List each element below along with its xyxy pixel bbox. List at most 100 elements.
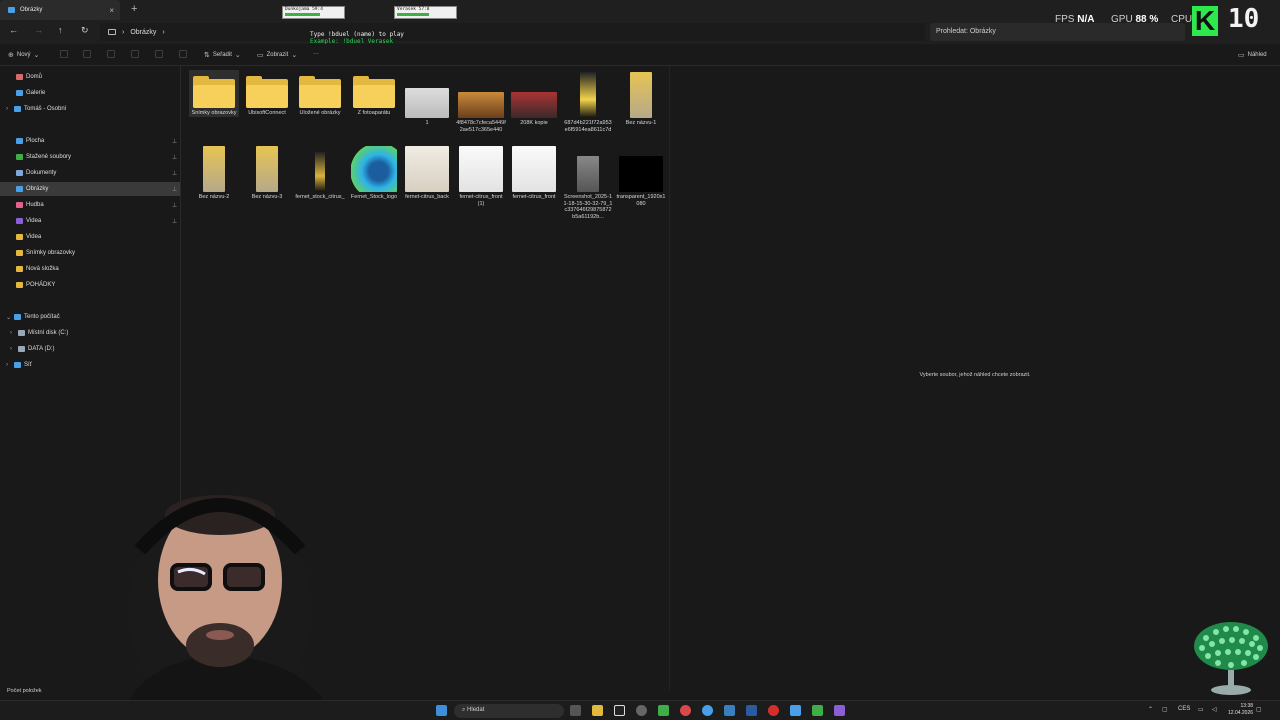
sort-button[interactable]: ⇅ Seřadit ⌄ bbox=[204, 51, 241, 59]
network-icon[interactable]: ▭ bbox=[1198, 706, 1204, 713]
xbox-icon[interactable] bbox=[658, 705, 669, 716]
tab-obrazky[interactable]: Obrázky × bbox=[0, 0, 120, 20]
pin-icon: ⊥ bbox=[172, 218, 178, 225]
image-file-item[interactable]: fernet-citrus_back bbox=[402, 144, 452, 201]
breadcrumb-sep: › bbox=[162, 28, 165, 36]
refresh-icon[interactable]: ↻ bbox=[81, 25, 89, 36]
chevron-icon[interactable]: › bbox=[6, 106, 14, 112]
forward-icon[interactable]: → bbox=[34, 25, 43, 35]
overlay-score-label: Dunkojama 59:4 bbox=[285, 7, 323, 12]
share-icon[interactable] bbox=[155, 50, 163, 58]
store-icon[interactable] bbox=[724, 705, 735, 716]
paste-icon[interactable] bbox=[107, 50, 115, 58]
notification-icon[interactable]: ▢ bbox=[1256, 706, 1262, 713]
sidebar-item[interactable]: Plocha ⊥ bbox=[0, 134, 180, 148]
chevron-icon[interactable]: › bbox=[6, 362, 14, 368]
notepad-icon[interactable] bbox=[790, 705, 801, 716]
sidebar-item[interactable]: Hudba ⊥ bbox=[0, 198, 180, 212]
image-file-item[interactable]: Fernet_Stock_logo bbox=[349, 144, 399, 201]
overlay-score-bar: Dunkojama 59:4 bbox=[282, 6, 345, 19]
more-options-button[interactable]: ··· bbox=[313, 51, 319, 57]
app-icon[interactable] bbox=[680, 705, 691, 716]
image-file-item[interactable]: Bez názvu-1 bbox=[616, 70, 666, 127]
image-file-item[interactable]: Bez názvu-2 bbox=[189, 144, 239, 201]
address-bar[interactable]: › Obrázky › bbox=[100, 23, 925, 41]
image-file-item[interactable]: Bez názvu-3 bbox=[242, 144, 292, 201]
taskbar-search[interactable]: ⌕ Hledat bbox=[454, 704, 564, 718]
folder-item[interactable]: UbisoftConnect bbox=[242, 70, 292, 117]
task-view-icon[interactable] bbox=[570, 705, 581, 716]
image-thumbnail bbox=[630, 72, 652, 118]
copy-icon[interactable] bbox=[83, 50, 91, 58]
sidebar-item[interactable]: › Tomáš - Osobní bbox=[0, 102, 180, 116]
image-file-item[interactable]: 208K kopie bbox=[509, 70, 559, 127]
steam-icon[interactable] bbox=[746, 705, 757, 716]
pin-icon: ⊥ bbox=[172, 154, 178, 161]
pane-divider[interactable] bbox=[669, 66, 670, 690]
chevron-down-icon: ⌄ bbox=[291, 52, 298, 59]
rename-icon[interactable] bbox=[131, 50, 139, 58]
sidebar-item[interactable]: Galerie bbox=[0, 86, 180, 100]
new-button[interactable]: ⊕ Nový ⌄ bbox=[8, 51, 39, 59]
image-file-item[interactable]: transparent_1920x1080 bbox=[616, 144, 666, 207]
delete-icon[interactable] bbox=[179, 50, 187, 58]
chevron-icon[interactable]: › bbox=[10, 346, 18, 352]
chatgpt-icon[interactable] bbox=[636, 705, 647, 716]
fps-label: FPS bbox=[1055, 14, 1075, 25]
discord-icon[interactable] bbox=[834, 705, 845, 716]
sidebar-item[interactable]: ⌄ Tento počítač bbox=[0, 310, 180, 324]
start-icon[interactable] bbox=[436, 705, 447, 716]
breadcrumb-obrazky[interactable]: Obrázky bbox=[130, 29, 156, 36]
view-button[interactable]: ▭ Zobrazit ⌄ bbox=[257, 51, 297, 59]
chevron-icon[interactable]: ⌄ bbox=[6, 314, 14, 321]
preview-pane-button[interactable]: ▭ Náhled bbox=[1238, 51, 1267, 59]
sidebar-item[interactable]: › DATA (D:) bbox=[0, 342, 180, 356]
sidebar-item[interactable]: Dokumenty ⊥ bbox=[0, 166, 180, 180]
back-icon[interactable]: ← bbox=[9, 25, 18, 35]
sidebar-item[interactable]: Stažené soubory ⊥ bbox=[0, 150, 180, 164]
sidebar-item[interactable]: Obrázky ⊥ bbox=[0, 182, 180, 196]
sidebar-item[interactable]: › Místní disk (C:) bbox=[0, 326, 180, 340]
file-explorer-icon[interactable] bbox=[592, 705, 603, 716]
search-input[interactable]: Prohledat: Obrázky bbox=[930, 23, 1185, 41]
sidebar-item[interactable]: Domů bbox=[0, 70, 180, 84]
sidebar-item[interactable]: Snímky obrazovky bbox=[0, 246, 180, 260]
opera-icon[interactable] bbox=[768, 705, 779, 716]
sidebar-item[interactable]: POHÁDKY bbox=[0, 278, 180, 292]
image-file-item[interactable]: 1 bbox=[402, 70, 452, 127]
folder-item[interactable]: Z fotoaparátu bbox=[349, 70, 399, 117]
folder-item[interactable]: Uložené obrázky bbox=[295, 70, 345, 117]
image-file-item[interactable]: Screenshot_2025-11-18-15-30-32-79_1c3376… bbox=[563, 144, 613, 220]
image-thumbnail bbox=[351, 146, 397, 192]
sidebar-item[interactable]: Videa ⊥ bbox=[0, 214, 180, 228]
tiktok-icon[interactable] bbox=[614, 705, 625, 716]
play-icon[interactable] bbox=[812, 705, 823, 716]
chrome-icon[interactable] bbox=[702, 705, 713, 716]
folder-item[interactable]: Snímky obrazovky bbox=[189, 70, 239, 117]
image-file-item[interactable]: fernet-citrus_front (1) bbox=[456, 144, 506, 207]
preview-label: Náhled bbox=[1247, 52, 1267, 58]
up-icon[interactable]: ↑ bbox=[58, 25, 63, 35]
sidebar-item[interactable]: › Síť bbox=[0, 358, 180, 372]
image-file-item[interactable]: 687d4b221f72a953e6f5914ea8611c7d bbox=[563, 70, 613, 133]
sort-label: Seřadit bbox=[212, 52, 232, 58]
cut-icon[interactable] bbox=[60, 50, 68, 58]
new-tab-button[interactable]: + bbox=[131, 3, 137, 15]
image-file-item[interactable]: fernet-citrus_front bbox=[509, 144, 559, 201]
clock[interactable]: 13:38 12.04.2026 bbox=[1228, 703, 1253, 717]
webcam-overlay bbox=[120, 495, 335, 720]
tray-app-icon[interactable]: ▢ bbox=[1162, 706, 1168, 713]
volume-icon[interactable]: ◁ bbox=[1212, 706, 1217, 713]
sidebar-item[interactable]: Nová složka bbox=[0, 262, 180, 276]
image-file-item[interactable]: 4f8478c7cfeca5449f2ae517c365e440 bbox=[456, 70, 506, 133]
tray-chevron-icon[interactable]: ⌃ bbox=[1148, 706, 1153, 713]
fps-value: N/A bbox=[1077, 14, 1095, 25]
image-thumbnail bbox=[459, 146, 503, 192]
sidebar-item-icon bbox=[16, 90, 23, 96]
file-name: UbisoftConnect bbox=[248, 110, 286, 116]
image-file-item[interactable]: fernet_stock_citrus_ bbox=[295, 144, 345, 201]
chevron-icon[interactable]: › bbox=[10, 330, 18, 336]
sidebar-item[interactable]: Videa bbox=[0, 230, 180, 244]
lang-indicator[interactable]: CES bbox=[1178, 706, 1190, 712]
close-icon[interactable]: × bbox=[109, 6, 114, 15]
